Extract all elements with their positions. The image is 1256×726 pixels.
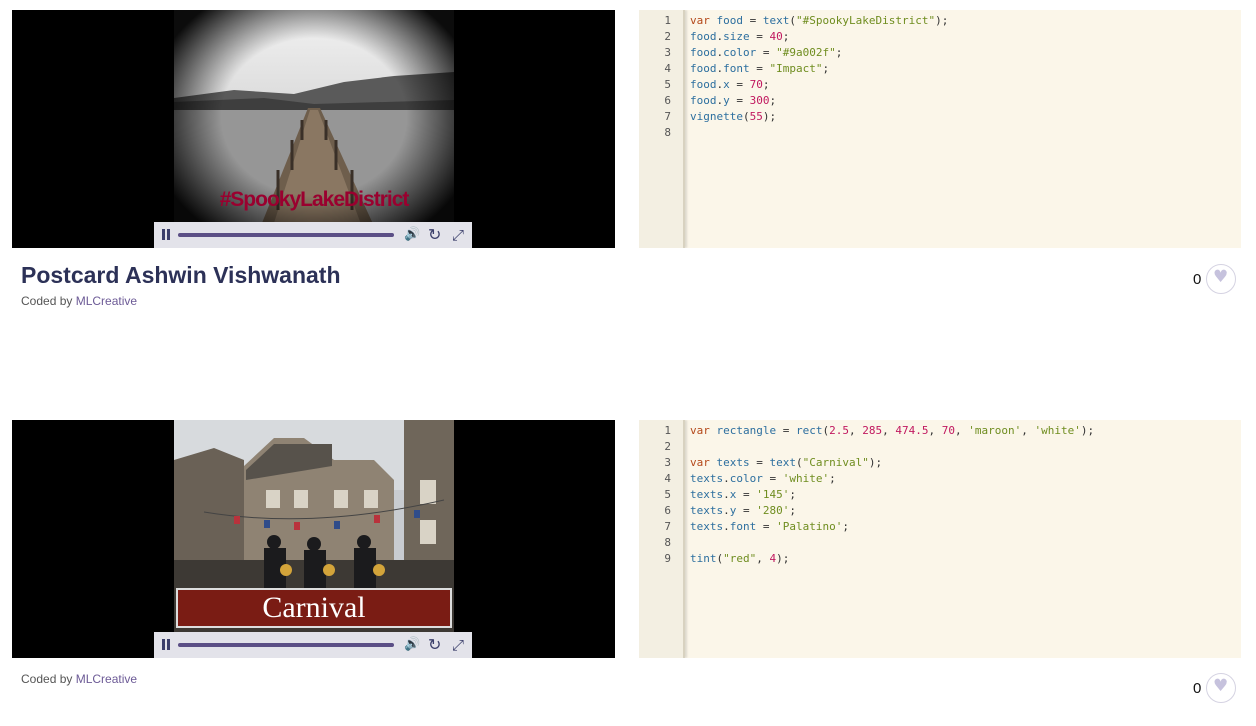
like-count: 0 (1193, 680, 1202, 697)
code-line[interactable]: var texts = text("Carnival"); (690, 456, 882, 469)
author-link[interactable]: MLCreative (76, 294, 137, 308)
code-line[interactable]: texts.font = 'Palatino'; (690, 520, 849, 533)
like-button[interactable]: ♥ (1206, 673, 1236, 703)
pause-icon[interactable] (162, 227, 172, 243)
code-line[interactable]: food.y = 300; (690, 94, 776, 107)
fullscreen-icon[interactable]: ⤢ (452, 227, 468, 243)
video-controls: 🔊 ↻ ⤢ (154, 222, 472, 248)
code-line[interactable]: var rectangle = rect(2.5, 285, 474.5, 70… (690, 424, 1094, 437)
code-line[interactable]: tint("red", 4); (690, 552, 789, 565)
video-player[interactable]: Carnival 🔊 ↻ ⤢ (12, 420, 615, 658)
code-line[interactable]: texts.y = '280'; (690, 504, 796, 517)
pause-icon[interactable] (162, 637, 172, 653)
line-number-gutter: 1 2 3 4 5 6 7 8 (639, 10, 685, 248)
code-line[interactable]: food.size = 40; (690, 30, 789, 43)
code-line[interactable]: food.font = "Impact"; (690, 62, 829, 75)
caption-bar: Carnival (176, 588, 452, 628)
video-controls: 🔊 ↻ ⤢ (154, 632, 472, 658)
heart-icon: ♥ (1213, 267, 1229, 287)
video-frame-carnival: Carnival (174, 420, 454, 658)
code-line[interactable]: food.color = "#9a002f"; (690, 46, 842, 59)
coded-by: Coded by MLCreative (21, 672, 137, 686)
coded-by-label: Coded by (21, 672, 76, 686)
coded-by-label: Coded by (21, 294, 76, 308)
overlay-hashtag-text: #SpookyLakeDistrict (219, 188, 410, 211)
progress-bar[interactable] (178, 233, 394, 237)
volume-icon[interactable]: 🔊 (404, 227, 420, 243)
progress-bar[interactable] (178, 643, 394, 647)
code-line[interactable]: texts.x = '145'; (690, 488, 796, 501)
coded-by: Coded by MLCreative (21, 294, 137, 308)
replay-icon[interactable]: ↻ (428, 637, 444, 653)
code-line[interactable]: var food = text("#SpookyLakeDistrict"); (690, 14, 948, 27)
video-frame-lake: #SpookyLakeDistrict (174, 10, 454, 248)
like-count: 0 (1193, 271, 1202, 288)
author-link[interactable]: MLCreative (76, 672, 137, 686)
like-button[interactable]: ♥ (1206, 264, 1236, 294)
replay-icon[interactable]: ↻ (428, 227, 444, 243)
code-line[interactable]: food.x = 70; (690, 78, 770, 91)
code-line[interactable]: vignette(55); (690, 110, 776, 123)
code-editor[interactable]: 1 2 3 4 5 6 7 8 var food = text("#Spooky… (639, 10, 1241, 248)
code-editor[interactable]: 1 2 3 4 5 6 7 8 9 var rectangle = rect(2… (639, 420, 1241, 658)
heart-icon: ♥ (1213, 676, 1229, 696)
volume-icon[interactable]: 🔊 (404, 637, 420, 653)
video-player[interactable]: #SpookyLakeDistrict 🔊 ↻ ⤢ (12, 10, 615, 248)
project-title[interactable]: Postcard Ashwin Vishwanath (21, 262, 341, 289)
line-number-gutter: 1 2 3 4 5 6 7 8 9 (639, 420, 685, 658)
code-line[interactable]: texts.color = 'white'; (690, 472, 836, 485)
fullscreen-icon[interactable]: ⤢ (452, 637, 468, 653)
